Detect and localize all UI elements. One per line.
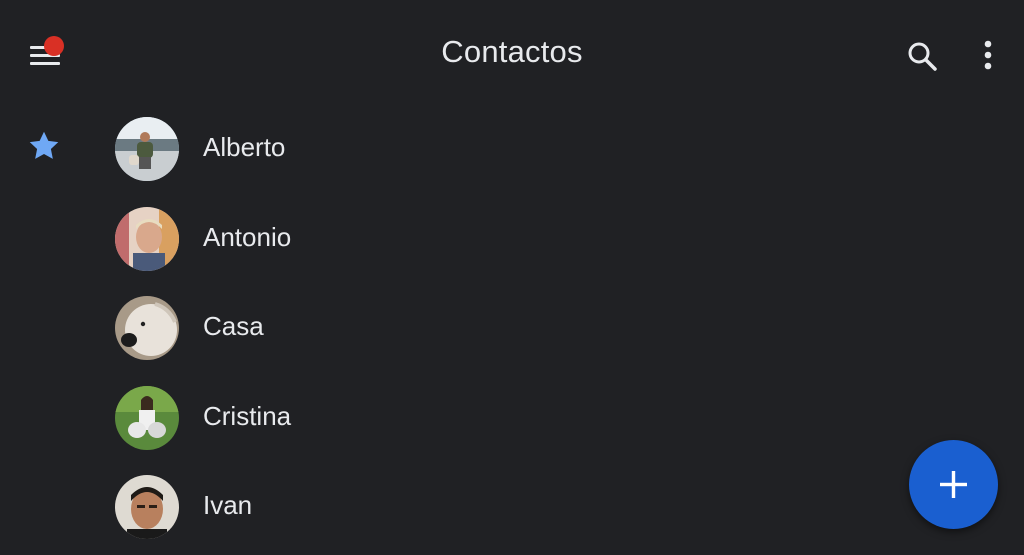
contact-row-cristina[interactable]: Cristina bbox=[110, 381, 710, 457]
contact-name: Antonio bbox=[203, 222, 292, 252]
more-options-button[interactable] bbox=[966, 34, 1010, 78]
search-button[interactable] bbox=[900, 34, 944, 78]
contact-row-antonio[interactable]: Antonio bbox=[110, 202, 710, 278]
page-title: Contactos bbox=[441, 34, 583, 69]
contact-name: Alberto bbox=[203, 132, 286, 162]
more-vert-icon bbox=[984, 40, 992, 70]
avatar bbox=[115, 117, 179, 181]
contact-row-alberto[interactable]: Alberto bbox=[110, 112, 710, 188]
avatar bbox=[115, 296, 179, 360]
contact-name: Ivan bbox=[203, 490, 253, 520]
search-icon bbox=[908, 42, 937, 71]
contact-row-casa[interactable]: Casa bbox=[110, 291, 710, 367]
contact-name: Casa bbox=[203, 311, 264, 341]
plus-icon bbox=[940, 471, 967, 498]
avatar bbox=[115, 386, 179, 450]
top-app-bar: Contactos bbox=[0, 0, 1024, 110]
favorites-star bbox=[26, 128, 62, 164]
star-icon bbox=[29, 131, 59, 159]
contact-name: Cristina bbox=[203, 401, 292, 431]
avatar bbox=[115, 207, 179, 271]
avatar bbox=[115, 475, 179, 539]
contact-row-ivan[interactable]: Ivan bbox=[110, 470, 710, 546]
add-contact-button[interactable] bbox=[909, 440, 998, 529]
